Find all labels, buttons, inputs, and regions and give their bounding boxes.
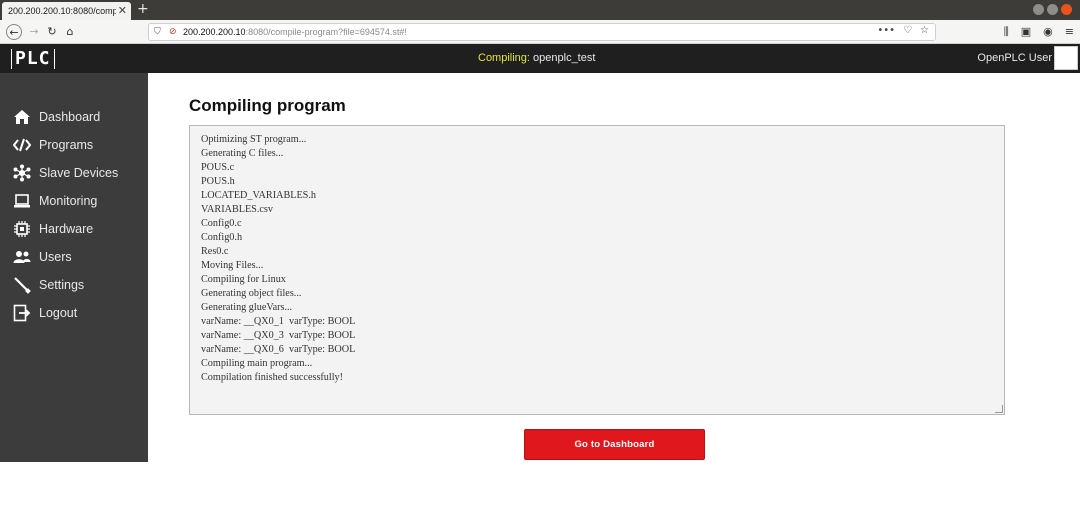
browser-toolbar: ⫼ ▣ ◉ ≡ — [1004, 25, 1074, 39]
url-host: 200.200.200.10 — [183, 27, 246, 37]
chip-icon — [12, 220, 32, 238]
sidebar-toggle-icon[interactable]: ▣ — [1021, 25, 1031, 39]
menu-hamburger-icon[interactable]: ≡ — [1065, 25, 1074, 39]
log-line: Config0.c — [201, 218, 242, 229]
url-bar[interactable]: ⛉ ⊘ 200.200.200.10:8080/compile-program?… — [148, 23, 936, 41]
network-icon — [12, 164, 32, 182]
browser-tab-bar: 200.200.200.10:8080/compile-program?file… — [0, 0, 1080, 20]
log-line: Compiling for Linux — [201, 274, 286, 285]
log-line: Compilation finished successfully! — [201, 372, 344, 383]
url-actions: ••• ♡ ☆ — [877, 25, 929, 36]
url-path: :8080/compile-program?file=694574.st#! — [245, 27, 407, 37]
wrench-icon — [12, 276, 32, 294]
home-icon — [12, 108, 32, 126]
log-line: Generating C files... — [201, 148, 284, 159]
browser-nav-bar: ← → ↻ ⌂ ⛉ ⊘ 200.200.200.10:8080/compile-… — [0, 20, 1080, 44]
log-line: VARIABLES.csv — [201, 204, 273, 215]
sidebar-item-dashboard[interactable]: Dashboard — [0, 103, 148, 131]
avatar[interactable] — [1054, 46, 1078, 70]
log-line: Compiling main program... — [201, 358, 313, 369]
sidebar-item-label: Hardware — [39, 222, 94, 236]
bookmark-star-icon[interactable]: ☆ — [920, 25, 929, 36]
sidebar-item-label: Users — [39, 250, 72, 264]
reload-icon[interactable]: ↻ — [44, 24, 60, 40]
library-icon[interactable]: ⫼ — [1004, 25, 1009, 39]
log-line: Res0.c — [201, 246, 229, 257]
sidebar-item-logout[interactable]: Logout — [0, 299, 148, 327]
log-line: varName: __QX0_6 varType: BOOL — [201, 344, 356, 355]
monitor-icon — [12, 192, 32, 210]
tab-close-icon[interactable]: ✕ — [118, 4, 127, 18]
more-actions-icon[interactable]: ••• — [877, 25, 895, 36]
status-label: Compiling: — [478, 52, 530, 64]
openplc-logo[interactable]: PLC — [8, 47, 58, 70]
new-tab-icon[interactable]: + — [137, 1, 149, 17]
sidebar-item-label: Settings — [39, 278, 85, 292]
browser-tab-title: 200.200.200.10:8080/compile-program?file… — [8, 6, 116, 16]
log-line: Config0.h — [201, 232, 243, 243]
sidebar-item-label: Monitoring — [39, 194, 98, 208]
minimize-icon[interactable] — [1033, 4, 1044, 15]
page-title: Compiling program — [189, 96, 346, 115]
sidebar-item-hardware[interactable]: Hardware — [0, 215, 148, 243]
window-close-icon[interactable] — [1061, 4, 1072, 15]
maximize-icon[interactable] — [1047, 4, 1058, 15]
sidebar-item-settings[interactable]: Settings — [0, 271, 148, 299]
home-browser-icon[interactable]: ⌂ — [62, 24, 78, 40]
sidebar-item-label: Slave Devices — [39, 166, 119, 180]
account-icon[interactable]: ◉ — [1043, 25, 1053, 39]
back-icon[interactable]: ← — [6, 24, 22, 40]
user-name[interactable]: OpenPLC User — [977, 52, 1052, 64]
log-line: POUS.c — [201, 162, 235, 173]
sidebar: Dashboard Programs Slave Devices Monitor… — [0, 73, 148, 462]
log-line: Generating object files... — [201, 288, 302, 299]
resize-handle-icon[interactable] — [995, 405, 1003, 413]
compile-status: Compiling: openplc_test — [478, 52, 595, 64]
sidebar-item-monitoring[interactable]: Monitoring — [0, 187, 148, 215]
code-icon — [12, 136, 32, 154]
sidebar-item-users[interactable]: Users — [0, 243, 148, 271]
shield-icon[interactable]: ⛉ — [154, 27, 164, 37]
go-to-dashboard-button[interactable]: Go to Dashboard — [524, 429, 705, 460]
users-icon — [12, 248, 32, 266]
sidebar-item-label: Programs — [39, 138, 94, 152]
insecure-lock-icon[interactable]: ⊘ — [169, 27, 179, 37]
log-line: POUS.h — [201, 176, 235, 187]
compile-log-textarea[interactable]: Optimizing ST program... Generating C fi… — [189, 125, 1005, 415]
pocket-icon[interactable]: ♡ — [903, 25, 912, 36]
log-line: LOCATED_VARIABLES.h — [201, 190, 316, 201]
log-line: Optimizing ST program... — [201, 134, 307, 145]
sidebar-item-label: Dashboard — [39, 110, 101, 124]
status-value: openplc_test — [533, 52, 596, 64]
app-header: PLC Compiling: openplc_test OpenPLC User — [0, 44, 1080, 73]
log-line: Generating glueVars... — [201, 302, 293, 313]
logout-icon — [12, 304, 32, 322]
sidebar-item-slave-devices[interactable]: Slave Devices — [0, 159, 148, 187]
sidebar-menu: Dashboard Programs Slave Devices Monitor… — [0, 103, 148, 327]
log-line: Moving Files... — [201, 260, 264, 271]
sidebar-item-programs[interactable]: Programs — [0, 131, 148, 159]
logo-text: PLC — [15, 48, 51, 69]
browser-tab[interactable]: 200.200.200.10:8080/compile-program?file… — [2, 2, 131, 20]
main-content: Compiling program Optimizing ST program.… — [148, 73, 1080, 462]
sidebar-item-label: Logout — [39, 306, 78, 320]
log-line: varName: __QX0_1 varType: BOOL — [201, 316, 356, 327]
forward-icon[interactable]: → — [26, 24, 42, 40]
window-controls — [1033, 4, 1072, 15]
log-line: varName: __QX0_3 varType: BOOL — [201, 330, 356, 341]
